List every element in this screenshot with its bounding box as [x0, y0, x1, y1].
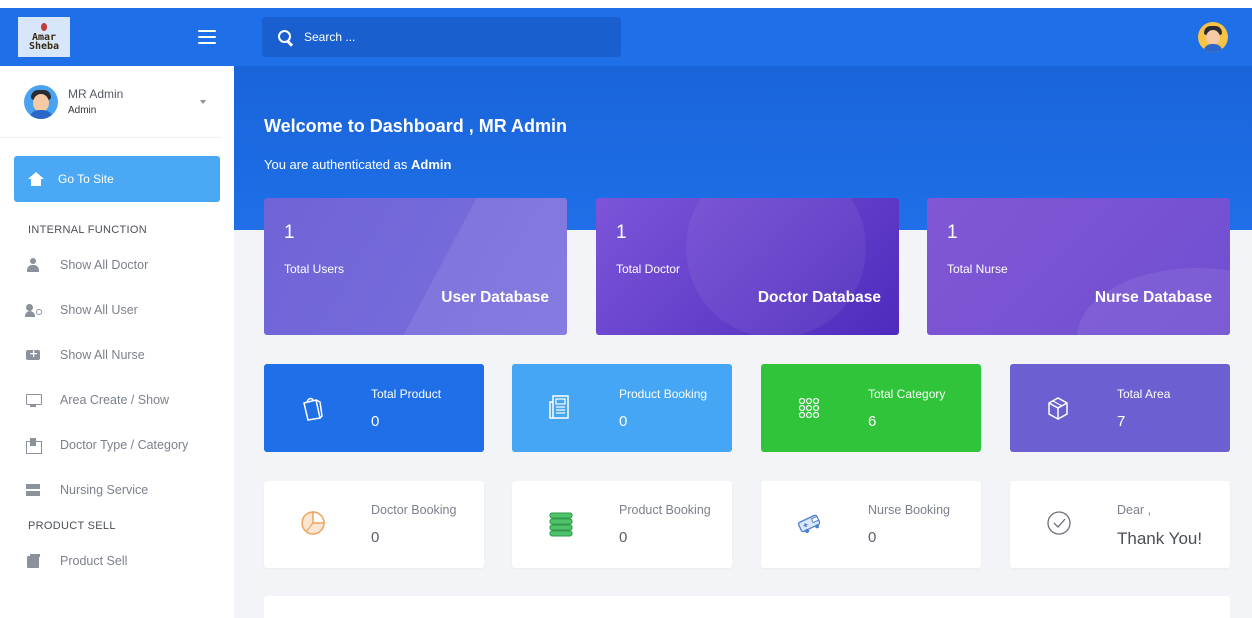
doctor-icon — [26, 257, 40, 272]
sidebar-item-show-all-doctor[interactable]: Show All Doctor — [0, 242, 234, 287]
newspaper-icon — [549, 395, 569, 419]
section-product-sell: PRODUCT SELL — [28, 520, 116, 532]
grid-dots-icon — [798, 397, 820, 419]
sidebar: Amar Sheba MR Admin Admin Go To Site INT… — [0, 8, 234, 618]
card-value: 0 — [371, 529, 380, 546]
ambulance-van-icon — [797, 514, 821, 533]
menu-toggle-icon[interactable] — [198, 30, 216, 44]
stat-label: Total Category — [868, 387, 946, 401]
pie-chart-icon — [301, 511, 325, 535]
total-product-card[interactable]: Total Product 0 — [264, 364, 484, 452]
sidebar-item-label: Doctor Type / Category — [60, 437, 189, 452]
monitor-icon — [26, 393, 42, 407]
logo-drop-icon — [41, 23, 47, 31]
logo-text-line2: Sheba — [28, 41, 60, 52]
auth-subtitle-prefix: You are authenticated as — [264, 157, 408, 172]
top-bar — [234, 8, 1252, 66]
stat-label: Total Product — [371, 387, 442, 401]
sidebar-item-label: Show All Nurse — [60, 347, 145, 362]
server-icon — [26, 483, 40, 497]
nurse-database-card: 1 Total Nurse Nurse Database — [927, 198, 1230, 335]
coins-stack-icon — [549, 512, 573, 537]
sidebar-item-product-sell[interactable]: Product Sell — [0, 538, 234, 583]
thank-you-card: Dear , Thank You! — [1010, 481, 1230, 568]
app-root: Amar Sheba MR Admin Admin Go To Site INT… — [0, 0, 1252, 618]
card-label: Doctor Booking — [371, 503, 457, 517]
users-icon — [25, 303, 42, 317]
doctor-database-card: 1 Total Doctor Doctor Database — [596, 198, 899, 335]
sidebar-item-area-create[interactable]: Area Create / Show — [0, 377, 234, 422]
user-database-card: 1 Total Users User Database — [264, 198, 567, 335]
card-label: Nurse Booking — [868, 503, 950, 517]
go-to-site-button[interactable]: Go To Site — [14, 156, 220, 202]
user-name: MR Admin — [68, 87, 124, 101]
doctor-booking-card[interactable]: Doctor Booking 0 — [264, 481, 484, 568]
check-circle-icon — [1047, 511, 1071, 535]
greeting-message: Thank You! — [1117, 529, 1203, 548]
stat-label: Product Booking — [619, 387, 708, 401]
sidebar-item-label: Show All User — [60, 302, 138, 317]
caret-down-icon[interactable] — [200, 99, 206, 104]
sidebar-item-show-all-user[interactable]: Show All User — [0, 287, 234, 332]
sidebar-item-label: Nursing Service — [60, 482, 149, 497]
sidebar-item-label: Area Create / Show — [60, 392, 170, 407]
stat-label: Total Area — [1117, 387, 1171, 401]
total-category-card[interactable]: Total Category 6 — [761, 364, 981, 452]
search-icon — [278, 30, 292, 44]
home-icon — [28, 172, 44, 186]
card-value: 0 — [868, 529, 877, 546]
avatar — [24, 84, 58, 119]
search-box[interactable] — [262, 17, 621, 57]
total-doctor-count: 1 — [616, 222, 627, 243]
product-booking-stat-card[interactable]: Product Booking 0 — [512, 481, 732, 568]
stat-value: 6 — [868, 413, 877, 430]
user-database-link[interactable]: User Database — [441, 289, 549, 307]
stat-value: 0 — [619, 413, 628, 430]
auth-subtitle: You are authenticated as Admin — [264, 157, 451, 172]
logo-bar: Amar Sheba — [0, 8, 234, 66]
product-icon — [26, 553, 40, 568]
greeting-label: Dear , — [1117, 503, 1152, 517]
nurse-booking-card[interactable]: Nurse Booking 0 — [761, 481, 981, 568]
total-users-count: 1 — [284, 222, 295, 243]
auth-role: Admin — [410, 157, 452, 172]
page-title: Welcome to Dashboard , MR Admin — [264, 116, 568, 136]
shopping-bag-icon — [303, 397, 323, 421]
profile-avatar[interactable] — [1198, 22, 1228, 52]
sidebar-item-label: Product Sell — [60, 553, 128, 568]
user-info: MR Admin Admin — [68, 87, 200, 116]
nurse-database-link[interactable]: Nurse Database — [1095, 289, 1212, 307]
card-label: Product Booking — [619, 503, 711, 517]
user-role: Admin — [68, 105, 97, 116]
user-profile[interactable]: MR Admin Admin — [0, 66, 222, 138]
ambulance-icon — [26, 347, 40, 362]
briefcase-icon — [26, 437, 42, 454]
total-nurse-label: Total Nurse — [947, 262, 1008, 276]
bottom-panel — [264, 596, 1230, 618]
box-icon — [1048, 397, 1068, 420]
sidebar-item-label: Show All Doctor — [60, 257, 149, 272]
total-area-card[interactable]: Total Area 7 — [1010, 364, 1230, 452]
card-value: 0 — [619, 529, 628, 546]
sidebar-item-nursing-service[interactable]: Nursing Service — [0, 467, 234, 512]
search-input[interactable] — [304, 30, 604, 44]
total-users-label: Total Users — [284, 262, 345, 276]
total-doctor-label: Total Doctor — [616, 262, 681, 276]
stat-value: 7 — [1117, 413, 1126, 430]
total-nurse-count: 1 — [947, 222, 958, 243]
sidebar-item-doctor-type[interactable]: Doctor Type / Category — [0, 422, 234, 467]
section-internal-function: INTERNAL FUNCTION — [28, 224, 147, 236]
stat-value: 0 — [371, 413, 380, 430]
go-to-site-label: Go To Site — [58, 172, 114, 186]
product-booking-card[interactable]: Product Booking 0 — [512, 364, 732, 452]
doctor-database-link[interactable]: Doctor Database — [758, 289, 881, 307]
brand-logo[interactable]: Amar Sheba — [18, 17, 70, 57]
sidebar-item-show-all-nurse[interactable]: Show All Nurse — [0, 332, 234, 377]
